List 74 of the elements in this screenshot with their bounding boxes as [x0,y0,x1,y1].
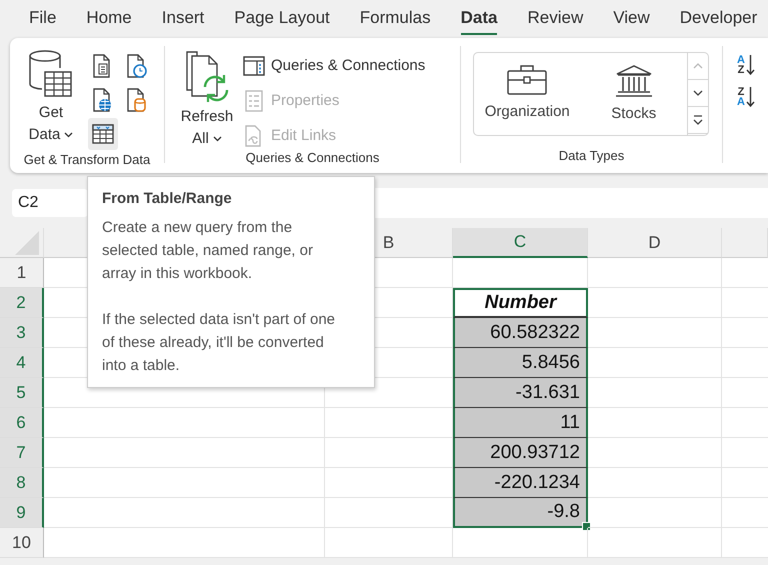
group-label: Data Types [558,148,626,163]
row-header[interactable]: 8 [0,468,44,498]
ribbon-tab[interactable]: Developer [680,4,758,34]
grid-cell[interactable] [588,528,722,558]
caret-icon [212,136,222,142]
grid-cell[interactable] [588,378,722,408]
select-all-corner[interactable] [0,228,44,258]
row-header[interactable]: 10 [0,528,44,558]
refresh-all-button[interactable]: Refresh All [173,46,241,150]
table-icon[interactable] [88,118,118,150]
row-header[interactable]: 1 [0,258,44,288]
table-cell: 11 [453,408,588,438]
table-cell: 200.93712 [453,438,588,468]
arrow-down-icon [746,86,755,108]
grid-cell[interactable] [325,528,453,558]
caret-icon [64,132,74,138]
list-icon [243,90,265,112]
data-type-button[interactable]: Stocks [580,53,687,135]
grid-cell[interactable] [588,408,722,438]
tooltip-title: From Table/Range [102,189,233,209]
table-cell: 5.8456 [453,348,588,378]
ribbon-tab[interactable]: Review [527,4,584,34]
sort-button[interactable]: Z A [737,86,768,108]
grid-cell[interactable] [44,408,325,438]
row-header[interactable]: 3 [0,318,44,348]
ribbon-tab[interactable]: Data [460,4,498,34]
bank-icon [614,65,653,97]
fill-handle[interactable] [582,522,591,531]
row-header[interactable]: 9 [0,498,44,528]
grid-cell[interactable] [588,438,722,468]
grid-cell[interactable] [44,468,325,498]
grid-cell[interactable] [588,318,722,348]
group-label: Get & Transform Data [22,152,152,167]
ribbon-tab[interactable]: Home [86,4,132,34]
row-header[interactable]: 2 [0,288,44,318]
group-label: Queries & Connections [244,150,380,165]
grid-cell[interactable] [588,288,722,318]
row-header[interactable]: 4 [0,348,44,378]
row-header[interactable]: 7 [0,438,44,468]
grid-cell[interactable] [44,528,325,558]
briefcase-icon [507,65,548,95]
panel-icon [243,54,265,76]
data-type-button[interactable]: Organization [474,53,580,135]
table-cell: -220.1234 [453,468,588,498]
ribbon-tab[interactable]: Insert [162,4,204,34]
grid-cell[interactable] [44,438,325,468]
column-header[interactable] [722,228,768,258]
column-header[interactable]: C [453,228,588,258]
name-box[interactable]: C2 [12,188,88,216]
ribbon-tab[interactable]: Page Layout [234,4,330,34]
ribbon-tab[interactable]: File [29,4,56,34]
table-cell: 60.582322 [453,318,588,348]
row-header[interactable]: 6 [0,408,44,438]
grid-cell[interactable] [588,348,722,378]
database-icon [27,50,75,100]
ribbon-command[interactable]: Queries & Connections [243,52,426,79]
tooltip-text: If the selected data isn't part of one of these already, it'll be converted into a table. [102,310,336,376]
arrow-down-icon [746,54,755,76]
tooltip-text: Create a new query from the selected table, named range, or array in this workbook. [102,218,314,284]
get-data-button[interactable]: Get Data [14,46,88,152]
row-header[interactable]: 5 [0,378,44,408]
column-header[interactable] [44,228,87,258]
grid-cell[interactable] [453,528,588,558]
table-cell: -9.8 [453,498,588,528]
column-header[interactable]: D [588,228,722,258]
table-cell: Number [453,288,588,318]
grid-cell[interactable] [588,468,722,498]
sort-button[interactable]: A Z [737,54,768,76]
table-cell: -31.631 [453,378,588,408]
grid-cell[interactable] [44,498,325,528]
grid-cell[interactable] [588,258,722,288]
grid-cell[interactable] [588,498,722,528]
ribbon-tab[interactable]: Formulas [360,4,431,34]
ribbon-tab[interactable]: View [613,4,650,34]
